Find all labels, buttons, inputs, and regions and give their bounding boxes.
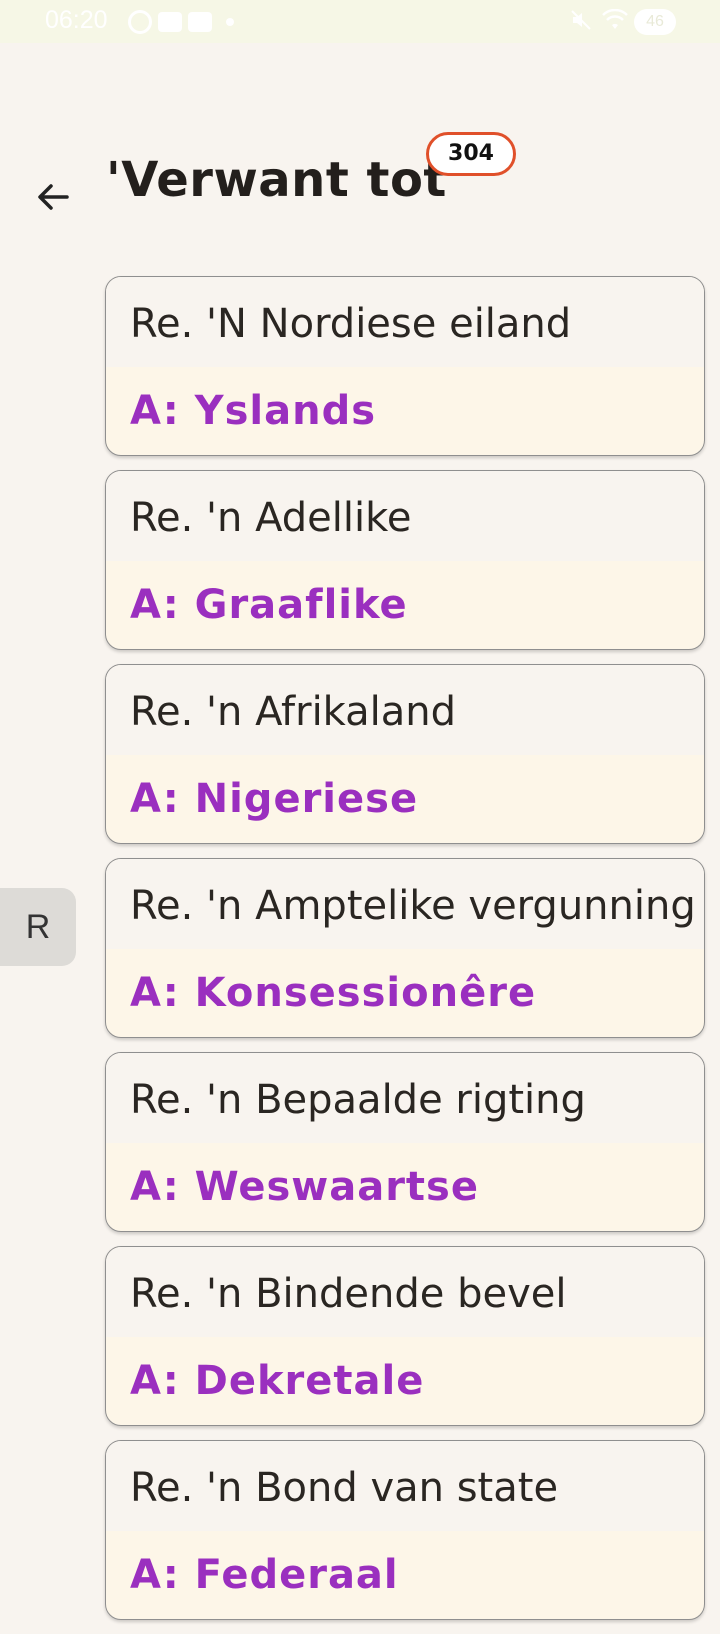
list-item[interactable]: Re. 'N Nordiese eiland A: Yslands (105, 276, 705, 456)
list-item[interactable]: Re. 'n Bindende bevel A: Dekretale (105, 1246, 705, 1426)
alphabet-index-tab[interactable]: R (0, 888, 76, 966)
youtube-icon (188, 12, 212, 32)
status-time: 06:20 (45, 6, 108, 34)
card-answer: A: Dekretale (130, 1358, 425, 1404)
count-badge: 304 (426, 132, 516, 176)
card-question: Re. 'n Adellike (106, 471, 704, 561)
card-answer: A: Nigeriese (130, 776, 419, 822)
arrow-left-icon (38, 184, 69, 210)
card-answer: A: Yslands (130, 388, 377, 434)
card-list: Re. 'N Nordiese eiland A: Yslands Re. 'n… (105, 276, 705, 1634)
card-answer: A: Federaal (130, 1552, 399, 1598)
back-button[interactable] (30, 174, 76, 220)
card-answer: A: Graaflike (130, 582, 408, 628)
card-question: Re. 'n Afrikaland (106, 665, 704, 755)
card-answer: A: Konsessionêre (130, 970, 537, 1016)
card-question: Re. 'n Amptelike vergunning (106, 859, 704, 949)
card-answer: A: Weswaartse (130, 1164, 479, 1210)
screen-record-icon (128, 10, 152, 34)
notification-icons (128, 10, 234, 34)
card-question: Re. 'n Bepaalde rigting (106, 1053, 704, 1143)
status-bar: 06:20 46 (0, 0, 720, 43)
list-item[interactable]: Re. 'n Bepaalde rigting A: Weswaartse (105, 1052, 705, 1232)
battery-indicator: 46 (634, 9, 676, 35)
more-notifications-icon (226, 18, 234, 26)
wifi-icon (602, 9, 628, 29)
card-question: Re. 'n Bond van state (106, 1441, 704, 1531)
list-item[interactable]: Re. 'n Amptelike vergunning A: Konsessio… (105, 858, 705, 1038)
card-question: Re. 'N Nordiese eiland (106, 277, 704, 367)
mute-icon (571, 10, 591, 30)
page-title: 'Verwant tot' (106, 152, 463, 208)
youtube-icon (158, 12, 182, 32)
card-question: Re. 'n Bindende bevel (106, 1247, 704, 1337)
list-item[interactable]: Re. 'n Bond van state A: Federaal (105, 1440, 705, 1620)
list-item[interactable]: Re. 'n Afrikaland A: Nigeriese (105, 664, 705, 844)
list-item[interactable]: Re. 'n Adellike A: Graaflike (105, 470, 705, 650)
